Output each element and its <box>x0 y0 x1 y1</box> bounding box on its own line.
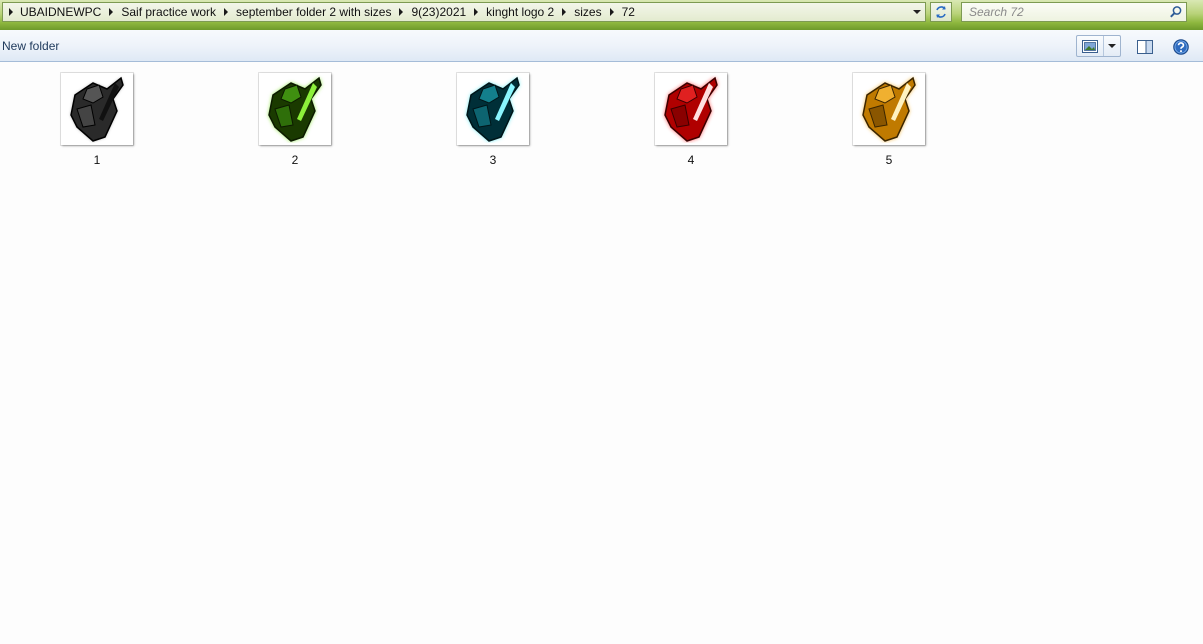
search-input[interactable] <box>962 3 1169 21</box>
help-icon <box>1173 39 1189 55</box>
search-box[interactable] <box>961 2 1187 22</box>
knight-logo-cyan-thumbnail[interactable] <box>457 73 529 145</box>
file-name: 2 <box>291 153 299 167</box>
preview-pane-icon <box>1137 40 1153 54</box>
breadcrumb-item[interactable]: kinght logo 2 <box>486 5 554 19</box>
chevron-down-icon <box>1108 44 1116 48</box>
search-icon[interactable] <box>1169 5 1183 19</box>
knight-logo-black-thumbnail[interactable] <box>61 73 133 145</box>
breadcrumb-root-arrow-icon[interactable] <box>9 8 13 16</box>
help-button[interactable] <box>1170 37 1192 57</box>
address-bar[interactable]: UBAIDNEWPC Saif practice work september … <box>2 2 926 22</box>
file-item[interactable]: 5 <box>839 73 939 173</box>
new-folder-button[interactable]: New folder <box>2 39 59 53</box>
file-name: 1 <box>93 153 101 167</box>
knight-logo-icon <box>466 76 520 142</box>
breadcrumb-item[interactable]: sizes <box>574 5 601 19</box>
knight-logo-icon <box>268 76 322 142</box>
file-name: 5 <box>885 153 893 167</box>
breadcrumb-item[interactable]: Saif practice work <box>121 5 216 19</box>
breadcrumb-separator-icon[interactable] <box>224 8 229 16</box>
preview-pane-button[interactable] <box>1134 37 1156 57</box>
knight-logo-icon <box>664 76 718 142</box>
knight-logo-icon <box>70 76 124 142</box>
breadcrumb-item[interactable]: 9(23)2021 <box>411 5 466 19</box>
view-icon <box>1082 39 1098 53</box>
breadcrumb-item[interactable]: UBAIDNEWPC <box>20 5 101 19</box>
file-item[interactable]: 2 <box>245 73 345 173</box>
file-item[interactable]: 1 <box>47 73 147 173</box>
knight-logo-icon <box>862 76 916 142</box>
knight-logo-red-thumbnail[interactable] <box>655 73 727 145</box>
file-list-area[interactable]: 1 2 3 4 5 <box>0 62 1203 644</box>
command-bar: New folder <box>0 30 1203 62</box>
explorer-window: UBAIDNEWPC Saif practice work september … <box>0 0 1203 644</box>
navigation-bar: UBAIDNEWPC Saif practice work september … <box>0 0 1203 30</box>
refresh-button[interactable] <box>930 2 952 22</box>
breadcrumb-separator-icon[interactable] <box>609 8 614 16</box>
refresh-icon <box>936 6 946 18</box>
file-item[interactable]: 4 <box>641 73 741 173</box>
address-history-dropdown[interactable] <box>911 6 923 18</box>
breadcrumb-item[interactable]: september folder 2 with sizes <box>236 5 391 19</box>
view-options-dropdown[interactable] <box>1104 36 1120 56</box>
breadcrumb-separator-icon[interactable] <box>399 8 404 16</box>
file-item[interactable]: 3 <box>443 73 543 173</box>
breadcrumb-separator-icon[interactable] <box>474 8 479 16</box>
breadcrumb-separator-icon[interactable] <box>109 8 114 16</box>
file-name: 3 <box>489 153 497 167</box>
knight-logo-gold-thumbnail[interactable] <box>853 73 925 145</box>
change-view-group[interactable] <box>1076 35 1121 57</box>
file-name: 4 <box>687 153 695 167</box>
chevron-down-icon <box>913 10 921 14</box>
change-view-button[interactable] <box>1077 36 1104 56</box>
breadcrumb-separator-icon[interactable] <box>562 8 567 16</box>
knight-logo-green-thumbnail[interactable] <box>259 73 331 145</box>
breadcrumb-current[interactable]: 72 <box>622 5 635 19</box>
